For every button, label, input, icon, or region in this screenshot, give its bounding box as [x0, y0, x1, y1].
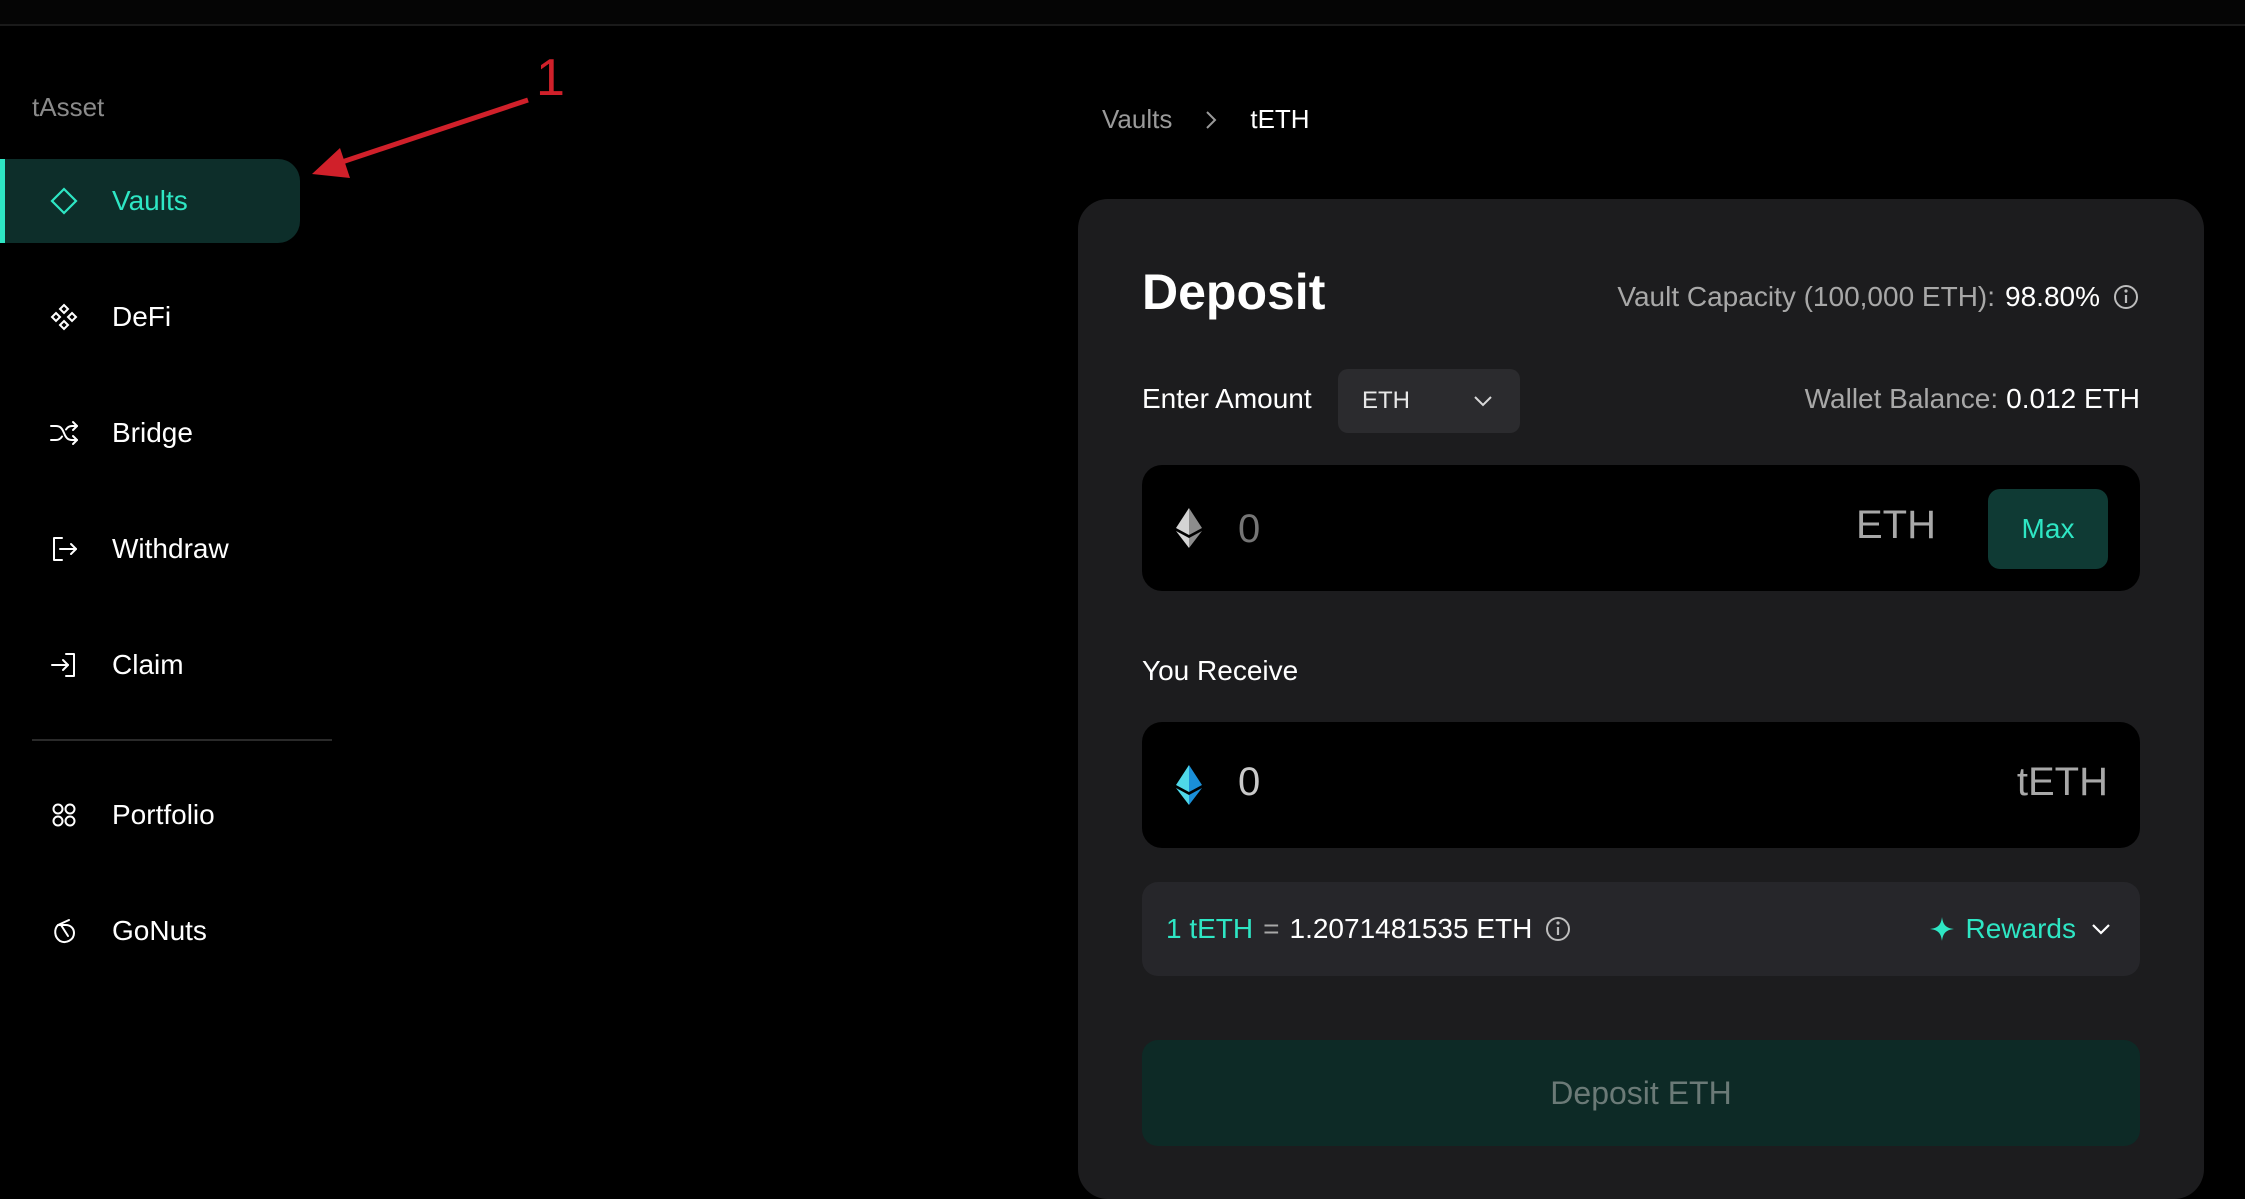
enter-amount-label: Enter Amount: [1142, 383, 1312, 414]
rewards-label: Rewards: [1965, 913, 2076, 944]
amount-unit: ETH: [1856, 503, 1936, 547]
info-icon[interactable]: [1544, 915, 1572, 943]
eth-icon: [1176, 508, 1202, 553]
receive-unit: tETH: [2016, 760, 2108, 804]
deposit-title: Deposit: [1142, 264, 1326, 320]
max-button[interactable]: Max: [1988, 489, 2108, 569]
deposit-card: Deposit Vault Capacity (100,000 ETH): 98…: [1078, 199, 2204, 1199]
info-icon[interactable]: [2112, 283, 2140, 311]
breadcrumb-current: tETH: [1250, 104, 1310, 134]
receive-value: 0: [1238, 760, 1261, 804]
sparkle-icon: [1928, 915, 1956, 943]
wallet-balance: Wallet Balance: 0.012 ETH: [1805, 383, 2140, 415]
amount-input[interactable]: [1238, 501, 1738, 557]
you-receive-label: You Receive: [1142, 655, 1299, 686]
rewards-toggle[interactable]: Rewards: [1928, 913, 2112, 945]
deposit-eth-button[interactable]: Deposit ETH: [1142, 1040, 2140, 1146]
token-select-dropdown[interactable]: ETH: [1338, 369, 1520, 433]
amount-input-box: ETH Max: [1142, 465, 2140, 591]
token-select-value: ETH: [1362, 387, 1410, 414]
rate-equals: =: [1263, 913, 1280, 944]
exchange-rate-bar: 1 tETH = 1.2071481535 ETH Rewards: [1142, 882, 2140, 976]
vault-capacity-value: 98.80%: [2005, 281, 2100, 312]
rate-left: 1 tETH: [1166, 913, 1254, 944]
receive-box: 0 tETH: [1142, 722, 2140, 848]
chevron-down-icon: [2090, 922, 2112, 936]
annotation-1: 1: [536, 49, 565, 107]
breadcrumb: Vaults tETH: [1102, 104, 1310, 135]
breadcrumb-vaults-link[interactable]: Vaults: [1102, 104, 1172, 135]
chevron-right-icon: [1204, 109, 1218, 131]
wallet-balance-label: Wallet Balance:: [1804, 383, 1999, 414]
teth-icon: [1176, 765, 1202, 810]
rate-right: 1.2071481535 ETH: [1289, 913, 1533, 944]
chevron-down-icon: [1472, 387, 1494, 415]
wallet-balance-value: 0.012 ETH: [2006, 383, 2140, 414]
vault-capacity-label: Vault Capacity (100,000 ETH):: [1617, 281, 1996, 312]
vault-capacity: Vault Capacity (100,000 ETH): 98.80%: [1617, 281, 2140, 313]
